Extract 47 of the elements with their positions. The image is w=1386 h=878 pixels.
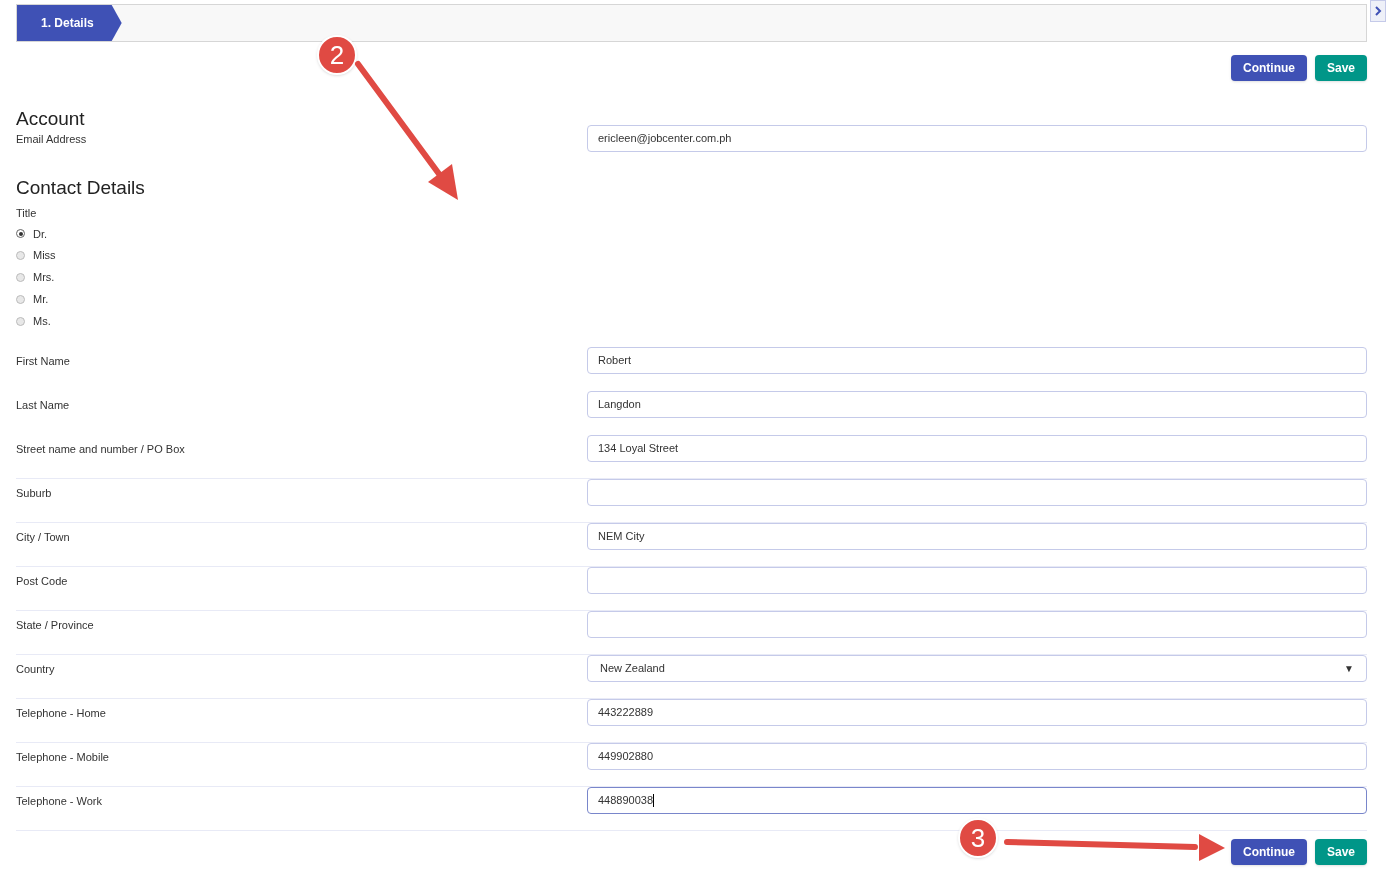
input-field[interactable]	[587, 611, 1367, 638]
field-label: Email Address	[16, 132, 88, 147]
field-label: Street name and number / PO Box	[16, 442, 186, 457]
radio-label: Ms.	[33, 313, 51, 329]
save-button[interactable]: Save	[1314, 839, 1367, 865]
input-field[interactable]: 134 Loyal Street	[587, 435, 1367, 462]
dropdown-caret-icon: ▼	[1344, 661, 1354, 676]
continue-button[interactable]: Continue	[1230, 839, 1307, 865]
input-field[interactable]	[587, 567, 1367, 594]
save-button[interactable]: Save	[1314, 55, 1367, 81]
field-label: State / Province	[16, 618, 95, 633]
field-label: Telephone - Mobile	[16, 750, 110, 765]
radio-button[interactable]	[16, 316, 25, 326]
section-heading: Contact Details	[16, 176, 146, 200]
input-field[interactable]: 448890038	[587, 787, 1367, 814]
side-toggle[interactable]	[1370, 0, 1386, 22]
field-label: Telephone - Work	[16, 794, 103, 809]
radio-label: Miss	[33, 248, 56, 264]
radio-button[interactable]	[16, 251, 25, 261]
radio-label: Dr.	[33, 226, 48, 242]
radio-label: Mrs.	[33, 270, 55, 286]
section-heading: Account	[16, 107, 86, 131]
input-field[interactable]: NEM City	[587, 523, 1367, 550]
input-field[interactable]: 449902880	[587, 743, 1367, 770]
field-label: Suburb	[16, 486, 53, 501]
step-tab[interactable]: 1. Details	[17, 5, 122, 41]
country-select[interactable]: New Zealand ▼	[587, 655, 1367, 682]
field-label: Title	[16, 206, 38, 221]
input-field[interactable]: Langdon	[587, 391, 1367, 418]
field-label: Last Name	[16, 398, 71, 413]
radio-button[interactable]	[16, 229, 25, 239]
input-field[interactable]: 443222889	[587, 699, 1367, 726]
field-label: Telephone - Home	[16, 706, 107, 721]
callout-badge: 2	[317, 35, 357, 75]
callout-badge: 3	[958, 818, 998, 858]
chevron-right-icon	[1374, 6, 1382, 16]
input-field[interactable]: ericleen@jobcenter.com.ph	[587, 125, 1367, 152]
radio-button[interactable]	[16, 273, 25, 282]
field-label: Post Code	[16, 574, 69, 589]
radio-button[interactable]	[16, 294, 25, 304]
input-field[interactable]: Robert	[587, 347, 1367, 374]
field-label: City / Town	[16, 530, 71, 545]
input-field[interactable]	[587, 479, 1367, 506]
field-label: First Name	[16, 354, 71, 369]
field-label: Country	[16, 662, 56, 677]
continue-button[interactable]: Continue	[1230, 55, 1307, 81]
radio-label: Mr.	[33, 292, 49, 308]
